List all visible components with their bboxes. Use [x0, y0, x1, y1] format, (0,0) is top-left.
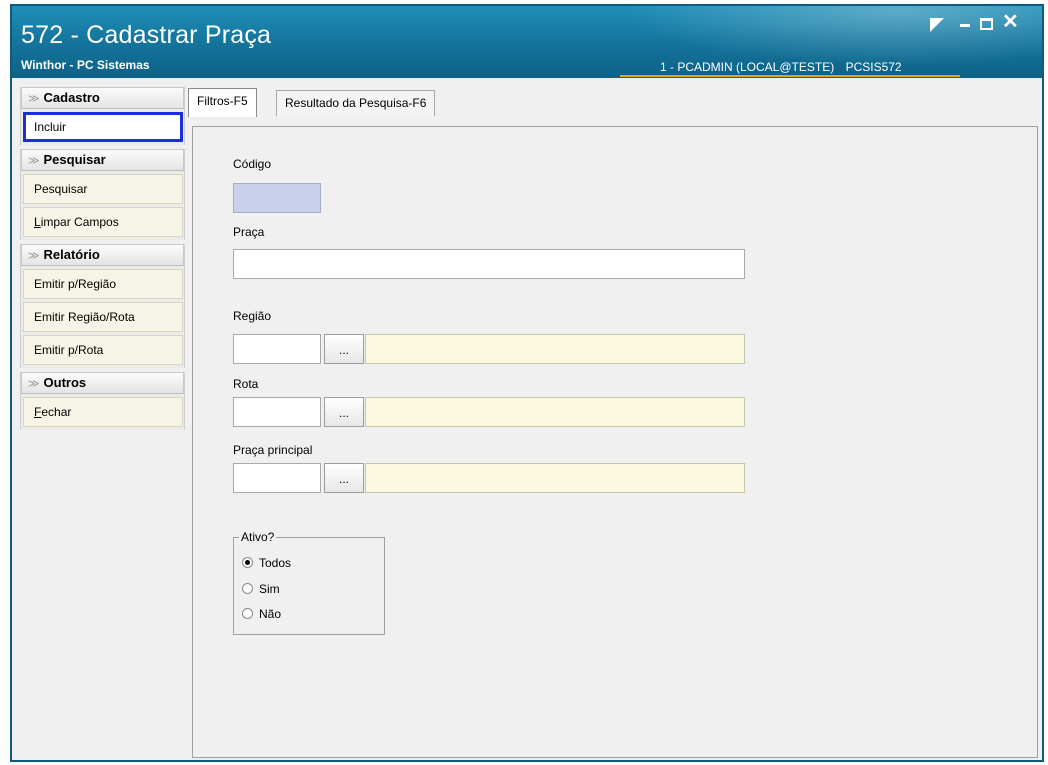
ativo-groupbox: Ativo? Todos Sim Não	[233, 530, 385, 635]
emitir-por-rota-button[interactable]: Emitir p/Rota	[23, 335, 183, 365]
codigo-field[interactable]	[233, 183, 321, 213]
user-info: 1 - PCADMIN (LOCAL@TESTE) PCSIS572	[620, 60, 960, 77]
emitir-regiao-rota-button[interactable]: Emitir Região/Rota	[23, 302, 183, 332]
ativo-legend: Ativo?	[239, 530, 277, 544]
section-header-relatorio[interactable]: ≫ Relatório	[21, 244, 184, 266]
radio-nao[interactable]: Não	[242, 607, 281, 621]
tab-resultado-pesquisa[interactable]: Resultado da Pesquisa-F6	[276, 90, 436, 116]
praca-principal-description-field	[365, 463, 745, 493]
title-bar: 572 - Cadastrar Praça Winthor - PC Siste…	[12, 6, 1042, 78]
limpar-campos-button[interactable]: Limpar Campos	[23, 207, 183, 237]
praca-principal-code-field[interactable]	[233, 463, 321, 493]
tab-filtros[interactable]: Filtros-F5	[188, 88, 257, 117]
maximize-button[interactable]	[980, 18, 993, 30]
close-button[interactable]: ✕	[1002, 12, 1019, 32]
rota-label: Rota	[233, 377, 259, 391]
filters-panel: Código Praça Região ... Rota ... Praça p…	[192, 126, 1038, 758]
section-header-pesquisar[interactable]: ≫ Pesquisar	[21, 149, 184, 171]
sidebar-section-outros: ≫ Outros Fechar	[20, 372, 185, 430]
regiao-code-field[interactable]	[233, 334, 321, 364]
emitir-por-regiao-button[interactable]: Emitir p/Região	[23, 269, 183, 299]
window-title: 572 - Cadastrar Praça	[21, 21, 272, 49]
chevron-double-icon: ≫	[28, 250, 40, 262]
rota-description-field	[365, 397, 745, 427]
chevron-double-icon: ≫	[28, 93, 40, 105]
chevron-double-icon: ≫	[28, 155, 40, 167]
rota-lookup-button[interactable]: ...	[324, 397, 364, 427]
app-subtitle: Winthor - PC Sistemas	[21, 58, 150, 72]
codigo-label: Código	[233, 157, 272, 171]
radio-empty-icon	[242, 608, 253, 619]
section-header-cadastro[interactable]: ≫ Cadastro	[21, 87, 184, 109]
regiao-label: Região	[233, 309, 272, 323]
praca-principal-lookup-button[interactable]: ...	[324, 463, 364, 493]
sidebar-section-cadastro: ≫ Cadastro Incluir	[20, 87, 185, 145]
app-window: 572 - Cadastrar Praça Winthor - PC Siste…	[10, 4, 1044, 762]
sidebar-section-relatorio: ≫ Relatório Emitir p/Região Emitir Região…	[20, 244, 185, 368]
rota-code-field[interactable]	[233, 397, 321, 427]
incluir-button[interactable]: Incluir	[23, 112, 183, 142]
user-name: 1 - PCADMIN (LOCAL@TESTE)	[660, 60, 835, 74]
regiao-description-field	[365, 334, 745, 364]
radio-selected-icon	[242, 557, 253, 568]
radio-sim[interactable]: Sim	[242, 582, 280, 596]
sidebar: ≫ Cadastro Incluir ≫ Pesquisar Pesquisar L…	[20, 87, 185, 430]
praca-label: Praça	[233, 225, 265, 239]
routine-code: PCSIS572	[845, 60, 902, 74]
chevron-double-icon: ≫	[28, 378, 40, 390]
pesquisar-button[interactable]: Pesquisar	[23, 174, 183, 204]
minimize-button[interactable]	[960, 24, 970, 27]
praca-field[interactable]	[233, 249, 745, 279]
radio-empty-icon	[242, 583, 253, 594]
fechar-button[interactable]: Fechar	[23, 397, 183, 427]
praca-principal-label: Praça principal	[233, 443, 313, 457]
regiao-lookup-button[interactable]: ...	[324, 334, 364, 364]
sidebar-section-pesquisar: ≫ Pesquisar Pesquisar Limpar Campos	[20, 149, 185, 240]
radio-todos[interactable]: Todos	[242, 556, 291, 570]
section-header-outros[interactable]: ≫ Outros	[21, 372, 184, 394]
